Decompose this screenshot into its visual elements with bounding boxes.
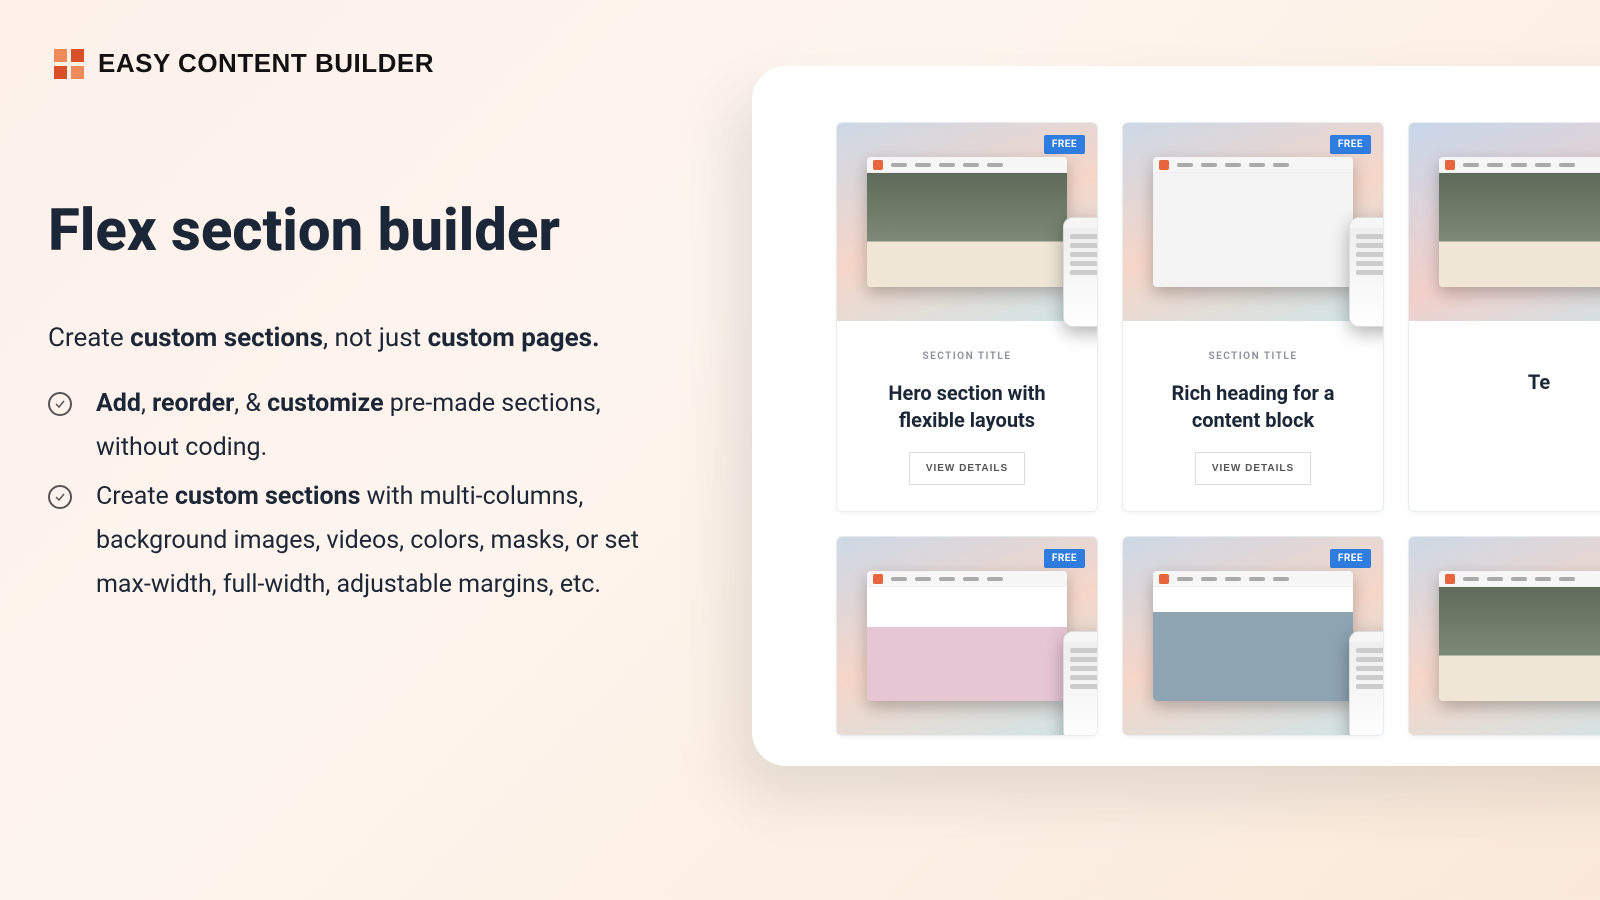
template-thumbnail: FREE (837, 123, 1097, 321)
mock-phone-icon (1349, 217, 1384, 327)
page-title: Flex section builder (48, 200, 688, 264)
mock-phone-icon (1349, 631, 1384, 736)
card-title: Te (1528, 369, 1550, 396)
card-overline: SECTION TITLE (923, 351, 1012, 362)
template-card[interactable]: Te (1408, 122, 1600, 512)
template-gallery-panel: FREE SECTION TITLE Hero section with flexi… (752, 66, 1600, 766)
free-badge: FREE (1044, 549, 1085, 568)
feature-bullet: Create custom sections with multi-column… (48, 475, 688, 606)
free-badge: FREE (1330, 549, 1371, 568)
feature-bullets: Add, reorder, & customize pre-made secti… (48, 382, 688, 607)
template-card[interactable]: FREE SECTION TITLE Hero section with flexi… (836, 122, 1098, 512)
template-thumbnail (1409, 537, 1600, 735)
card-title: Rich heading for a content block (1145, 380, 1361, 434)
template-card[interactable]: FREE (836, 536, 1098, 736)
check-icon (48, 485, 72, 509)
view-details-button[interactable]: VIEW DETAILS (1195, 452, 1311, 485)
template-card-body: SECTION TITLE Hero section with flexible … (837, 321, 1097, 511)
template-card[interactable]: FREE (1122, 536, 1384, 736)
template-thumbnail: FREE (1123, 537, 1383, 735)
free-badge: FREE (1330, 135, 1371, 154)
mock-phone-icon (1063, 217, 1098, 327)
free-badge: FREE (1044, 135, 1085, 154)
mock-browser-icon (1439, 157, 1600, 287)
brand-logo: EASY CONTENT BUILDER (54, 48, 434, 79)
card-title: Hero section with flexible layouts (859, 380, 1075, 434)
template-thumbnail: FREE (837, 537, 1097, 735)
mock-phone-icon (1063, 631, 1098, 736)
card-overline: SECTION TITLE (1209, 351, 1298, 362)
template-card[interactable] (1408, 536, 1600, 736)
mock-browser-icon (1153, 157, 1353, 287)
lead-paragraph: Create custom sections, not just custom … (48, 319, 688, 358)
hero-copy: Flex section builder Create custom secti… (48, 200, 688, 613)
mock-browser-icon (867, 571, 1067, 701)
mock-browser-icon (867, 157, 1067, 287)
view-details-button[interactable]: VIEW DETAILS (909, 452, 1025, 485)
feature-bullet-text: Add, reorder, & customize pre-made secti… (96, 382, 688, 470)
feature-bullet: Add, reorder, & customize pre-made secti… (48, 382, 688, 470)
template-card-body: Te (1409, 321, 1600, 422)
template-thumbnail: FREE (1123, 123, 1383, 321)
template-grid: FREE SECTION TITLE Hero section with flexi… (836, 122, 1600, 736)
template-thumbnail (1409, 123, 1600, 321)
mock-browser-icon (1439, 571, 1600, 701)
check-icon (48, 392, 72, 416)
feature-bullet-text: Create custom sections with multi-column… (96, 475, 688, 606)
template-card[interactable]: FREE SECTION TITLE Rich heading for a cont… (1122, 122, 1384, 512)
logo-mark-icon (54, 49, 84, 79)
template-card-body: SECTION TITLE Rich heading for a content … (1123, 321, 1383, 511)
brand-name: EASY CONTENT BUILDER (98, 48, 434, 79)
mock-browser-icon (1153, 571, 1353, 701)
